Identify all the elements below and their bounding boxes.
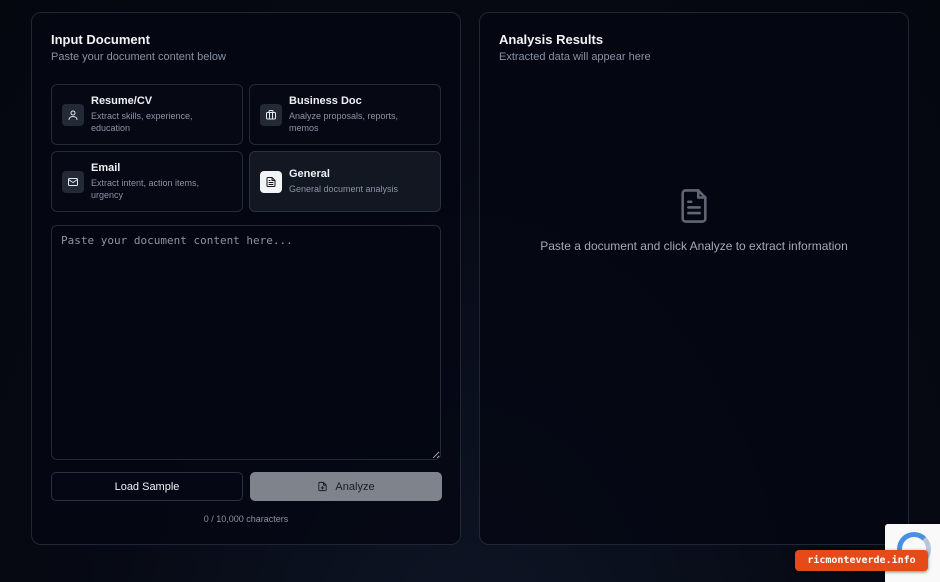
input-panel-subtitle: Paste your document content below: [51, 51, 226, 63]
results-panel-title: Analysis Results: [499, 32, 604, 47]
analyze-button-label: Analyze: [335, 480, 375, 493]
empty-state-message: Paste a document and click Analyze to ex…: [540, 239, 848, 253]
doc-type-title: Resume/CV: [91, 95, 153, 107]
doc-type-description: General document analysis: [289, 184, 399, 194]
doc-type-general[interactable]: General General document analysis: [249, 151, 441, 212]
results-panel-subtitle: Extracted data will appear here: [499, 51, 651, 63]
doc-type-email[interactable]: Email Extract intent, action items, urge…: [51, 151, 243, 212]
results-empty-state: Paste a document and click Analyze to ex…: [480, 187, 908, 253]
doc-type-title: General: [289, 168, 330, 180]
document-content-input[interactable]: [51, 225, 441, 460]
doc-type-title: Email: [91, 162, 121, 174]
doc-type-description: Extract skills, experience, education: [91, 111, 193, 133]
doc-type-resume[interactable]: Resume/CV Extract skills, experience, ed…: [51, 84, 243, 145]
input-panel-title: Input Document: [51, 32, 150, 47]
doc-type-business[interactable]: Business Doc Analyze proposals, reports,…: [249, 84, 441, 145]
analyze-button[interactable]: Analyze: [250, 472, 442, 501]
file-text-icon: [681, 189, 707, 223]
user-icon: [62, 104, 84, 126]
doc-type-title: Business Doc: [289, 95, 362, 107]
file-text-icon: [260, 170, 282, 193]
doc-type-description: Analyze proposals, reports, memos: [289, 111, 399, 133]
mail-icon: [62, 171, 84, 193]
file-analyze-icon: [318, 481, 328, 492]
load-sample-button[interactable]: Load Sample: [51, 472, 243, 501]
doc-type-description: Extract intent, action items, urgency: [91, 178, 200, 200]
character-count: 0 / 10,000 characters: [203, 514, 289, 524]
input-document-panel: Input Document Paste your document conte…: [31, 12, 461, 545]
analysis-results-panel: Analysis Results Extracted data will app…: [479, 12, 909, 545]
briefcase-icon: [260, 104, 282, 126]
site-watermark[interactable]: ricmonteverde.info: [795, 550, 928, 571]
